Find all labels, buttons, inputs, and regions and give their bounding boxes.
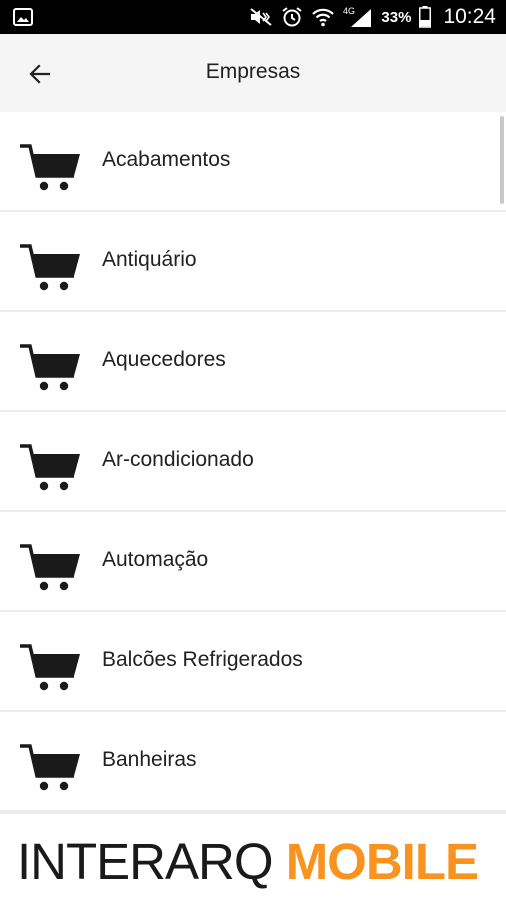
list-item[interactable]: Banheiras (0, 712, 506, 810)
app-bar: Empresas (0, 34, 506, 112)
scrollbar[interactable] (500, 116, 504, 204)
brand-name-part1: INTERARQ (17, 833, 286, 890)
shopping-cart-icon (20, 444, 80, 491)
list-item-label: Automação (102, 548, 209, 571)
list-item-label: Aquecedores (102, 348, 226, 371)
shopping-cart-icon (20, 144, 80, 191)
gallery-notification-icon (13, 8, 33, 26)
company-category-list[interactable]: Acabamentos Antiquário Aquecedores Ar-co… (0, 112, 506, 814)
shopping-cart-icon (20, 244, 80, 291)
list-item[interactable]: Antiquário (0, 212, 506, 310)
signal-4g-icon: 4G (343, 6, 372, 27)
battery-percent: 33% (381, 8, 412, 26)
brand-logo: INTERARQ MOBILE (17, 833, 479, 890)
footer-banner: INTERARQ MOBILE (0, 814, 506, 900)
shopping-cart-icon (20, 544, 80, 591)
list-item[interactable]: Acabamentos (0, 112, 506, 210)
arrow-back-icon (29, 64, 51, 84)
list-item[interactable]: Balcões Refrigerados (0, 612, 506, 710)
clock: 10:24 (443, 5, 496, 28)
list-item[interactable]: Aquecedores (0, 312, 506, 410)
list-item-label: Acabamentos (102, 148, 231, 171)
mute-icon (250, 8, 273, 26)
svg-text:4G: 4G (343, 6, 355, 16)
list-item[interactable]: Automação (0, 512, 506, 610)
status-bar: 4G 33% 10:24 (0, 0, 506, 34)
wifi-icon (312, 8, 335, 27)
shopping-cart-icon (20, 744, 80, 791)
list-item-label: Balcões Refrigerados (102, 648, 303, 671)
shopping-cart-icon (20, 344, 80, 391)
alarm-icon (282, 7, 303, 27)
back-button[interactable] (20, 56, 60, 92)
brand-name-part2: MOBILE (285, 833, 479, 890)
battery-icon (419, 6, 432, 28)
list-item-label: Antiquário (102, 248, 197, 271)
shopping-cart-icon (20, 644, 80, 691)
page-title: Empresas (205, 60, 301, 83)
list-item-label: Banheiras (102, 748, 197, 771)
list-item[interactable]: Ar-condicionado (0, 412, 506, 510)
list-item-label: Ar-condicionado (102, 448, 254, 471)
